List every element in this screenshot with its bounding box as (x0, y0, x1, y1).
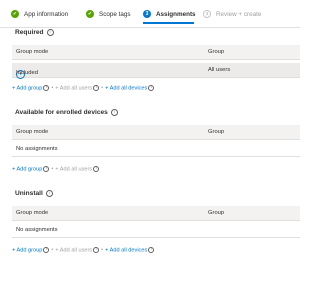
add-group-link[interactable]: + Add group (12, 85, 42, 91)
section-title-available: Available for enrolled devices i (15, 109, 118, 116)
section-title-text: Required (15, 29, 44, 36)
no-assignments-text: No assignments (16, 146, 58, 152)
step-label: App information (24, 10, 69, 18)
add-all-devices-link[interactable]: + Add all devices (105, 247, 147, 253)
info-icon[interactable]: i (43, 85, 50, 91)
info-icon[interactable]: i (45, 190, 53, 197)
empty-row: No assignments (12, 223, 300, 238)
section-title-uninstall: Uninstall i (15, 190, 53, 197)
step-assignments[interactable]: 3 Assignments (143, 6, 196, 22)
table-header: Group mode Group (12, 206, 300, 221)
column-header-group: Group (208, 210, 225, 216)
table-header: Group mode Group (12, 125, 300, 140)
add-group-link[interactable]: + Add group (12, 166, 42, 172)
group-cell: All users (208, 67, 231, 73)
info-icon[interactable]: i (148, 247, 155, 253)
column-header-group-mode: Group mode (16, 210, 49, 216)
info-icon[interactable]: i (93, 85, 100, 91)
add-all-users-link[interactable]: + Add all users (55, 247, 92, 253)
empty-row: No assignments (12, 142, 300, 157)
info-icon[interactable]: i (43, 247, 50, 253)
step-label: Assignments (156, 10, 196, 18)
add-group-link[interactable]: + Add group (12, 247, 42, 253)
step-number-icon: 3 (143, 10, 151, 18)
step-label: Review + create (216, 10, 262, 18)
add-links: + Add group i • + Add all users i (12, 166, 101, 172)
info-icon[interactable]: i (46, 29, 54, 36)
info-icon[interactable]: i (93, 247, 100, 253)
info-icon[interactable]: i (148, 85, 155, 91)
group-mode-value: Included (16, 70, 38, 76)
step-scope-tags[interactable]: ✔ Scope tags (86, 6, 131, 22)
add-links: + Add group i • + Add all users i • + Add all … (12, 85, 156, 91)
add-all-users-link[interactable]: + Add all users (55, 85, 92, 91)
add-all-devices-link[interactable]: + Add all devices (105, 85, 147, 91)
add-all-users-link[interactable]: + Add all users (55, 166, 92, 172)
check-icon: ✔ (11, 10, 19, 18)
step-review-create[interactable]: 4 Review + create (203, 6, 261, 22)
wizard-steps: ✔ App information ✔ Scope tags 3 Assignm… (0, 0, 300, 28)
column-header-group-mode: Group mode (16, 49, 49, 55)
info-icon[interactable]: i (110, 109, 118, 116)
section-title-text: Available for enrolled devices (15, 109, 108, 116)
step-app-information[interactable]: ✔ App information (11, 6, 68, 22)
step-label: Scope tags (99, 10, 131, 18)
table-header: Group mode Group (12, 45, 300, 60)
check-icon: ✔ (86, 10, 94, 18)
table-row[interactable]: + Included All users (12, 63, 300, 79)
info-icon[interactable]: i (43, 166, 50, 172)
step-number-icon: 4 (203, 10, 211, 18)
no-assignments-text: No assignments (16, 227, 58, 233)
section-title-required: Required i (15, 29, 54, 36)
add-links: + Add group i • + Add all users i • + Add all … (12, 247, 156, 253)
current-step-indicator (143, 22, 194, 24)
info-icon[interactable]: i (93, 166, 100, 172)
section-title-text: Uninstall (15, 190, 43, 197)
column-header-group: Group (208, 49, 225, 55)
column-header-group-mode: Group mode (16, 129, 49, 135)
column-header-group: Group (208, 129, 225, 135)
